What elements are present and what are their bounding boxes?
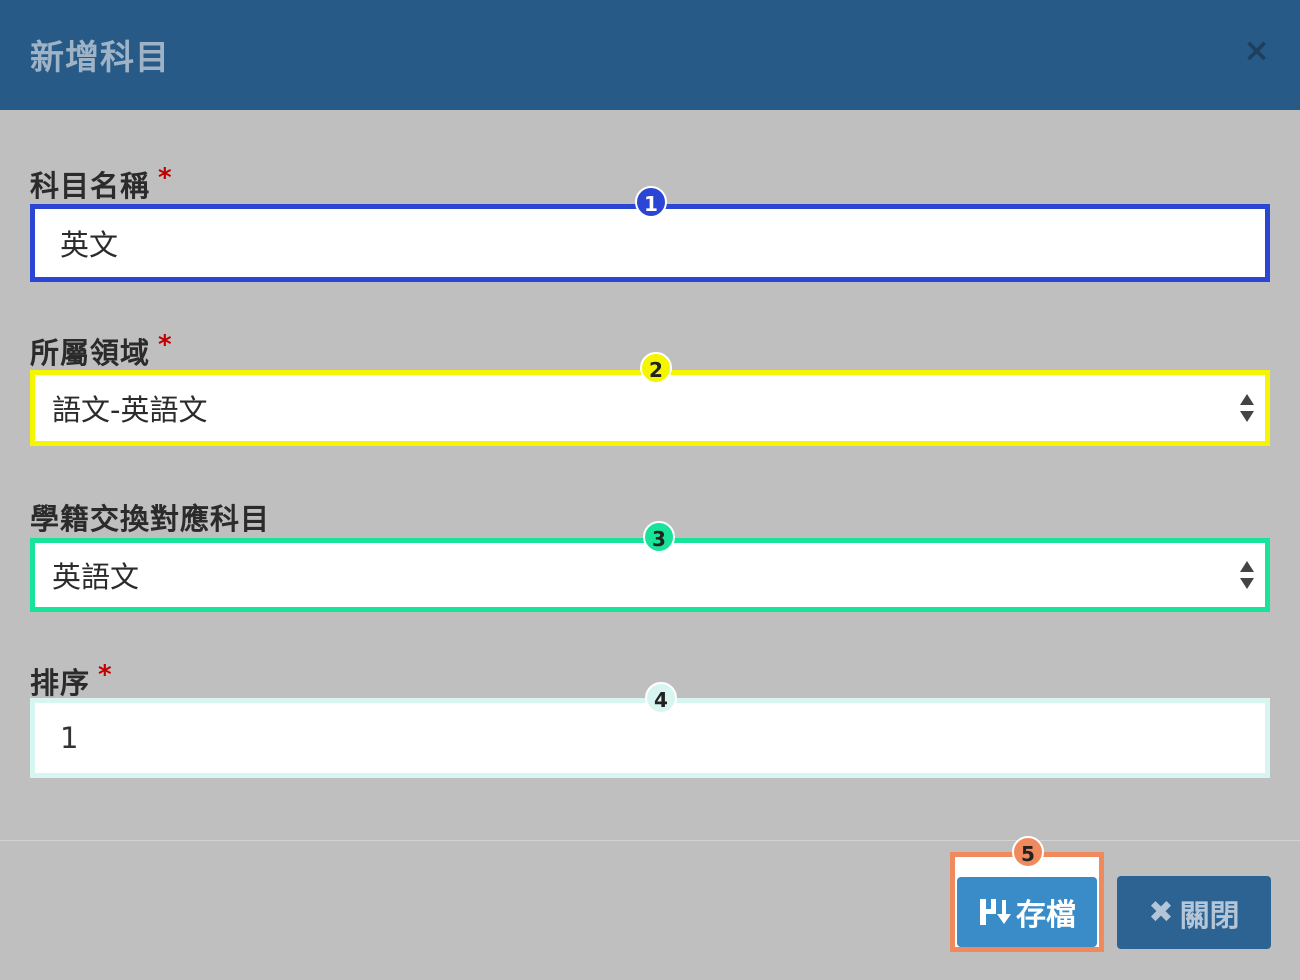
annotation-badge-1: 1 — [635, 186, 667, 218]
subject-name-value: 英文 — [60, 228, 119, 262]
sort-order-value: 1 — [60, 721, 79, 755]
close-icon: ✖ — [1148, 895, 1174, 930]
sort-order-label: 排序 * — [30, 660, 113, 702]
close-button-label: 關閉 — [1179, 898, 1240, 934]
footer-divider — [0, 840, 1300, 841]
annotation-badge-4: 4 — [645, 682, 677, 714]
save-button-label: 存檔 — [1016, 898, 1076, 933]
domain-label-text: 所屬領域 — [30, 336, 151, 370]
dialog-header: 新增科目 × — [0, 0, 1300, 110]
annotation-badge-5: 5 — [1012, 836, 1044, 868]
close-button[interactable]: ✖ 關閉 — [1117, 876, 1271, 949]
domain-select-value: 語文-英語文 — [52, 393, 208, 427]
select-arrows-icon — [1240, 394, 1254, 422]
dialog-title: 新增科目 — [30, 38, 170, 78]
exchange-subject-label: 學籍交換對應科目 — [30, 502, 271, 536]
annotation-badge-2: 2 — [640, 352, 672, 384]
required-asterisk: * — [98, 660, 113, 690]
required-asterisk: * — [158, 330, 173, 360]
sort-order-label-text: 排序 — [30, 666, 91, 700]
subject-name-label: 科目名稱 * — [30, 163, 173, 205]
select-arrows-icon — [1240, 561, 1254, 589]
required-asterisk: * — [158, 163, 173, 193]
domain-label: 所屬領域 * — [30, 330, 173, 372]
subject-name-label-text: 科目名稱 — [30, 169, 151, 203]
annotation-badge-3: 3 — [643, 521, 675, 553]
close-icon[interactable]: × — [1243, 34, 1270, 66]
save-icon — [980, 899, 1011, 925]
exchange-subject-select-value: 英語文 — [52, 560, 140, 594]
save-button[interactable]: 存檔 — [957, 877, 1097, 947]
add-subject-dialog: 新增科目 × 科目名稱 * 英文 1 所屬領域 * 語文-英語文 2 學籍交換對應科… — [0, 0, 1300, 980]
